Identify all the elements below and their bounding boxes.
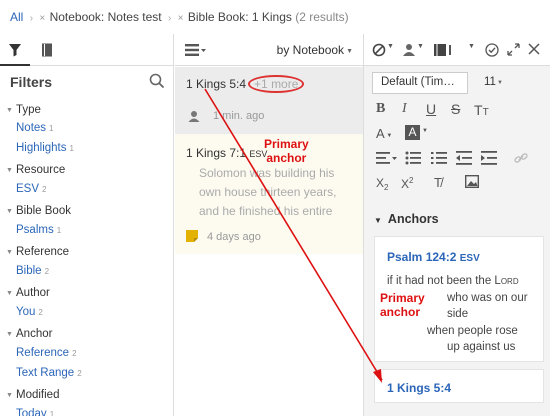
breadcrumb-bible-book[interactable]: Bible Book: 1 Kings bbox=[188, 10, 292, 24]
filters-title: Filters bbox=[10, 74, 53, 90]
result-title: 1 Kings 7:1 ESV bbox=[186, 146, 268, 160]
clear-format-icon[interactable]: T̸ bbox=[434, 175, 442, 190]
filter-item-highlights[interactable]: Highlights 1 bbox=[16, 142, 74, 154]
close-icon[interactable] bbox=[528, 43, 540, 55]
anchor-verse-line: who was on our bbox=[447, 292, 528, 304]
tab-notebooks[interactable] bbox=[34, 34, 60, 66]
result-time: 1 min. ago bbox=[213, 110, 265, 122]
result-time: 4 days ago bbox=[207, 231, 261, 243]
filter-group-resource[interactable]: ▼ Resource bbox=[6, 164, 65, 176]
more-anchors-link[interactable]: +1 more bbox=[248, 75, 305, 93]
caret-down-icon: ▼ bbox=[6, 290, 13, 297]
font-size-select[interactable]: 11▼ bbox=[484, 76, 503, 88]
highlight-color-icon[interactable]: A bbox=[405, 125, 420, 140]
anchors-section-header[interactable]: ▼ Anchors bbox=[374, 212, 439, 226]
filter-item-bible[interactable]: Bible 2 bbox=[16, 265, 49, 277]
caret-down-icon: ▼ bbox=[6, 249, 13, 256]
filter-item-notes[interactable]: Notes 1 bbox=[16, 122, 54, 134]
link-icon[interactable] bbox=[514, 152, 528, 164]
small-caps-icon[interactable]: TT bbox=[474, 102, 489, 118]
result-count: (2 results) bbox=[295, 10, 349, 24]
anchor-card[interactable]: 1 Kings 5:4 bbox=[374, 369, 544, 403]
annotation-label: Primary anchor bbox=[264, 137, 309, 165]
filter-item-psalms[interactable]: Psalms 1 bbox=[16, 224, 61, 236]
subscript-icon[interactable]: X2 bbox=[376, 176, 388, 192]
bold-icon[interactable]: B bbox=[376, 101, 385, 117]
caret-down-icon[interactable]: ▼ bbox=[387, 43, 394, 50]
notebook-icon bbox=[42, 43, 52, 57]
caret-down-icon: ▼ bbox=[6, 167, 13, 174]
caret-down-icon: ▼ bbox=[6, 208, 13, 215]
font-color-icon[interactable]: A ▼ bbox=[376, 126, 392, 141]
anchor-verse-line: side bbox=[447, 308, 469, 320]
result-snippet: Solomon was building his own house thirt… bbox=[199, 166, 337, 218]
caret-down-icon: ▼ bbox=[6, 107, 13, 114]
caret-down-icon: ▼ bbox=[6, 392, 13, 399]
breadcrumb: All › × Notebook: Notes test › × Bible B… bbox=[0, 0, 550, 34]
note-icon bbox=[186, 230, 198, 242]
view-mode-button[interactable] bbox=[185, 44, 207, 59]
italic-icon[interactable]: I bbox=[402, 101, 407, 117]
editor-panel: ▼ ▼ ▼ Default (Tim… 11▼ B I U S TT A ▼ A… bbox=[363, 34, 550, 416]
filter-icon bbox=[9, 44, 21, 57]
annotation-label: Primary anchor bbox=[380, 291, 425, 319]
filter-group-author[interactable]: ▼ Author bbox=[6, 287, 50, 299]
expand-icon[interactable] bbox=[507, 43, 520, 56]
filter-item-today[interactable]: Today 1 bbox=[16, 408, 54, 416]
remove-filter-icon[interactable]: × bbox=[178, 13, 184, 24]
filter-group-type[interactable]: ▼ Type bbox=[6, 104, 41, 116]
filter-item-reference[interactable]: Reference 2 bbox=[16, 347, 77, 359]
strikethrough-icon[interactable]: S bbox=[451, 101, 460, 117]
outdent-icon[interactable] bbox=[456, 151, 472, 165]
share-user-icon[interactable] bbox=[402, 43, 416, 56]
filter-group-bible-book[interactable]: ▼ Bible Book bbox=[6, 205, 71, 217]
anchor-reference-link[interactable]: 1 Kings 5:4 bbox=[387, 381, 451, 395]
filter-group-reference[interactable]: ▼ Reference bbox=[6, 246, 69, 258]
results-panel: by Notebook ▼ 1 Kings 5:4 +1 more 1 min. a… bbox=[175, 34, 363, 416]
caret-down-icon: ▼ bbox=[374, 216, 382, 225]
anchor-verse-line: if it had not been the Lord bbox=[387, 275, 519, 287]
filter-item-esv[interactable]: ESV 2 bbox=[16, 183, 46, 195]
notebook-select-icon[interactable] bbox=[434, 44, 464, 56]
results-toolbar: by Notebook ▼ bbox=[175, 34, 363, 66]
left-panel-tabs bbox=[0, 34, 173, 66]
user-avatar-icon bbox=[188, 111, 200, 122]
caret-down-icon[interactable]: ▼ bbox=[422, 128, 428, 134]
bullet-list-icon[interactable] bbox=[405, 151, 421, 165]
breadcrumb-separator-icon: › bbox=[167, 13, 172, 24]
breadcrumb-all-link[interactable]: All bbox=[10, 10, 23, 24]
list-view-icon bbox=[185, 44, 206, 56]
breadcrumb-notebook[interactable]: Notebook: Notes test bbox=[50, 10, 162, 24]
search-icon[interactable] bbox=[149, 73, 165, 89]
filter-group-anchor[interactable]: ▼ Anchor bbox=[6, 328, 52, 340]
align-icon[interactable] bbox=[376, 152, 398, 164]
font-family-select[interactable]: Default (Tim… bbox=[372, 72, 468, 94]
breadcrumb-separator-icon: › bbox=[29, 13, 34, 24]
caret-down-icon[interactable]: ▼ bbox=[468, 43, 475, 50]
filters-panel: Filters ▼ Type Notes 1 Highlights 1 ▼ Resour… bbox=[0, 34, 174, 416]
caret-down-icon: ▼ bbox=[496, 80, 503, 86]
superscript-icon[interactable]: X2 bbox=[401, 176, 413, 191]
image-icon[interactable] bbox=[465, 175, 479, 188]
remove-filter-icon[interactable]: × bbox=[39, 13, 45, 24]
filter-item-text-range[interactable]: Text Range 2 bbox=[16, 367, 82, 379]
anchor-verse-line: when people rose bbox=[427, 325, 518, 337]
caret-down-icon[interactable]: ▼ bbox=[417, 43, 424, 50]
underline-icon[interactable]: U bbox=[426, 101, 436, 117]
tab-filters[interactable] bbox=[0, 34, 30, 66]
editor-topbar: ▼ ▼ ▼ bbox=[364, 34, 550, 66]
caret-down-icon: ▼ bbox=[6, 331, 13, 338]
anchor-reference-link[interactable]: Psalm 124:2 ESV bbox=[387, 250, 480, 264]
result-title: 1 Kings 5:4 +1 more bbox=[186, 75, 305, 93]
caret-down-icon: ▼ bbox=[346, 48, 353, 55]
check-circle-icon[interactable] bbox=[485, 43, 499, 57]
result-item[interactable]: 1 Kings 5:4 +1 more 1 min. ago bbox=[175, 67, 363, 134]
no-symbol-icon[interactable] bbox=[372, 43, 386, 57]
filter-item-you[interactable]: You 2 bbox=[16, 306, 43, 318]
anchor-verse-line: up against us bbox=[447, 341, 516, 353]
sort-dropdown[interactable]: by Notebook ▼ bbox=[277, 43, 353, 57]
filter-group-modified[interactable]: ▼ Modified bbox=[6, 389, 59, 401]
indent-icon[interactable] bbox=[481, 151, 497, 165]
numbered-list-icon[interactable] bbox=[431, 151, 447, 165]
